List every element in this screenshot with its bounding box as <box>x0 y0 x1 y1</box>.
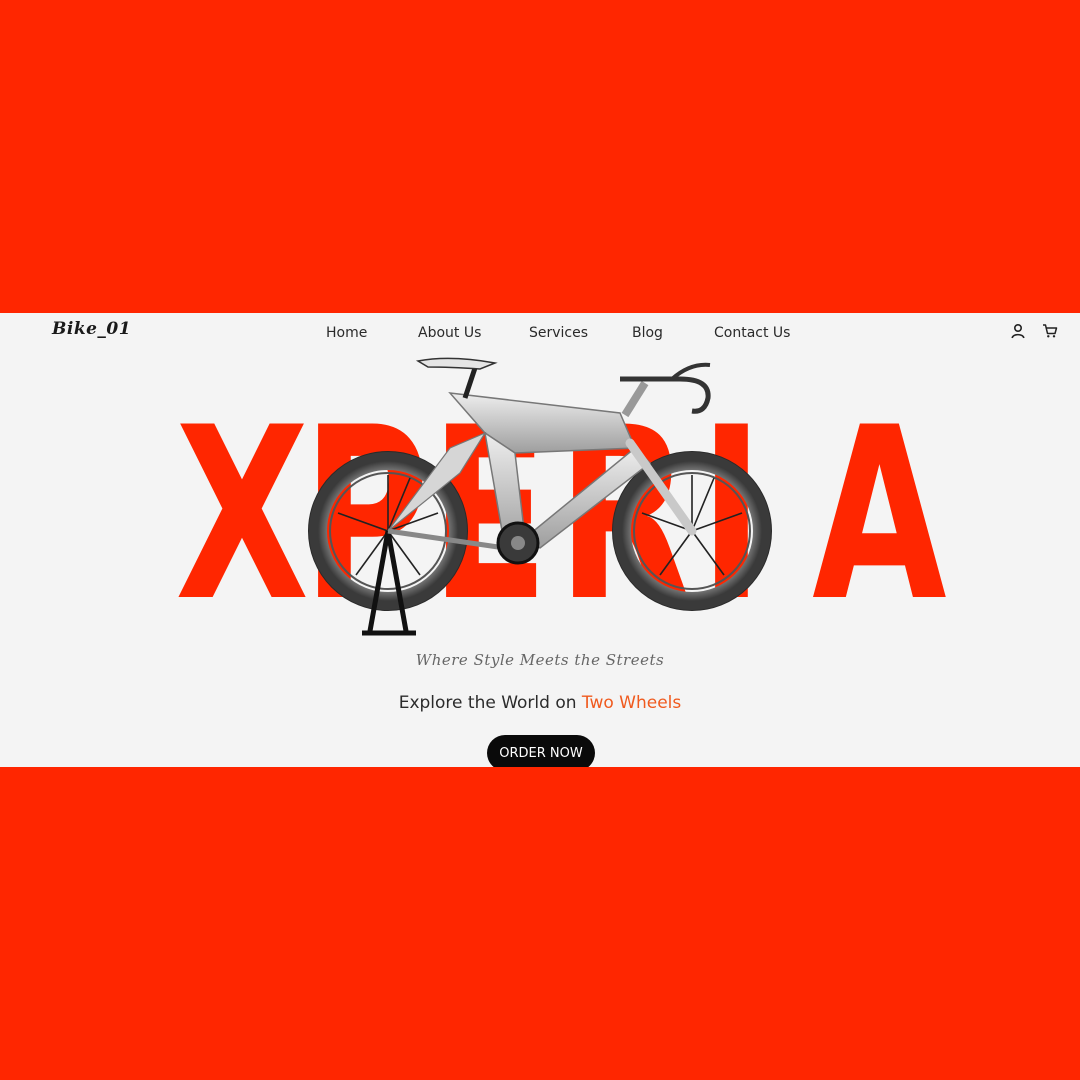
cart-icon[interactable] <box>1042 323 1058 339</box>
bottom-red-band <box>0 767 1080 1080</box>
header-icons <box>1010 323 1058 339</box>
website-preview: Bike_01 Home About Us Services Blog Cont… <box>0 313 1080 767</box>
subheading-accent: Two Wheels <box>581 693 682 713</box>
nav-home[interactable]: Home <box>326 325 367 341</box>
user-icon[interactable] <box>1010 323 1026 339</box>
nav-about-us[interactable]: About Us <box>418 325 481 341</box>
hero-tagline: Where Style Meets the Streets <box>415 651 665 669</box>
hero-subheading: Explore the World on Two Wheels <box>0 693 1080 713</box>
main-nav: Home About Us Services Blog Contact Us <box>0 325 1080 345</box>
bike-image <box>308 357 772 636</box>
hero-letter: X <box>175 377 310 654</box>
top-red-band <box>0 0 1080 313</box>
hero-letter: A <box>812 377 947 654</box>
nav-contact-us[interactable]: Contact Us <box>714 325 790 341</box>
nav-services[interactable]: Services <box>529 325 588 341</box>
nav-blog[interactable]: Blog <box>632 325 663 341</box>
order-now-button[interactable]: ORDER NOW <box>487 735 595 767</box>
subheading-text: Explore the World on <box>398 693 582 713</box>
